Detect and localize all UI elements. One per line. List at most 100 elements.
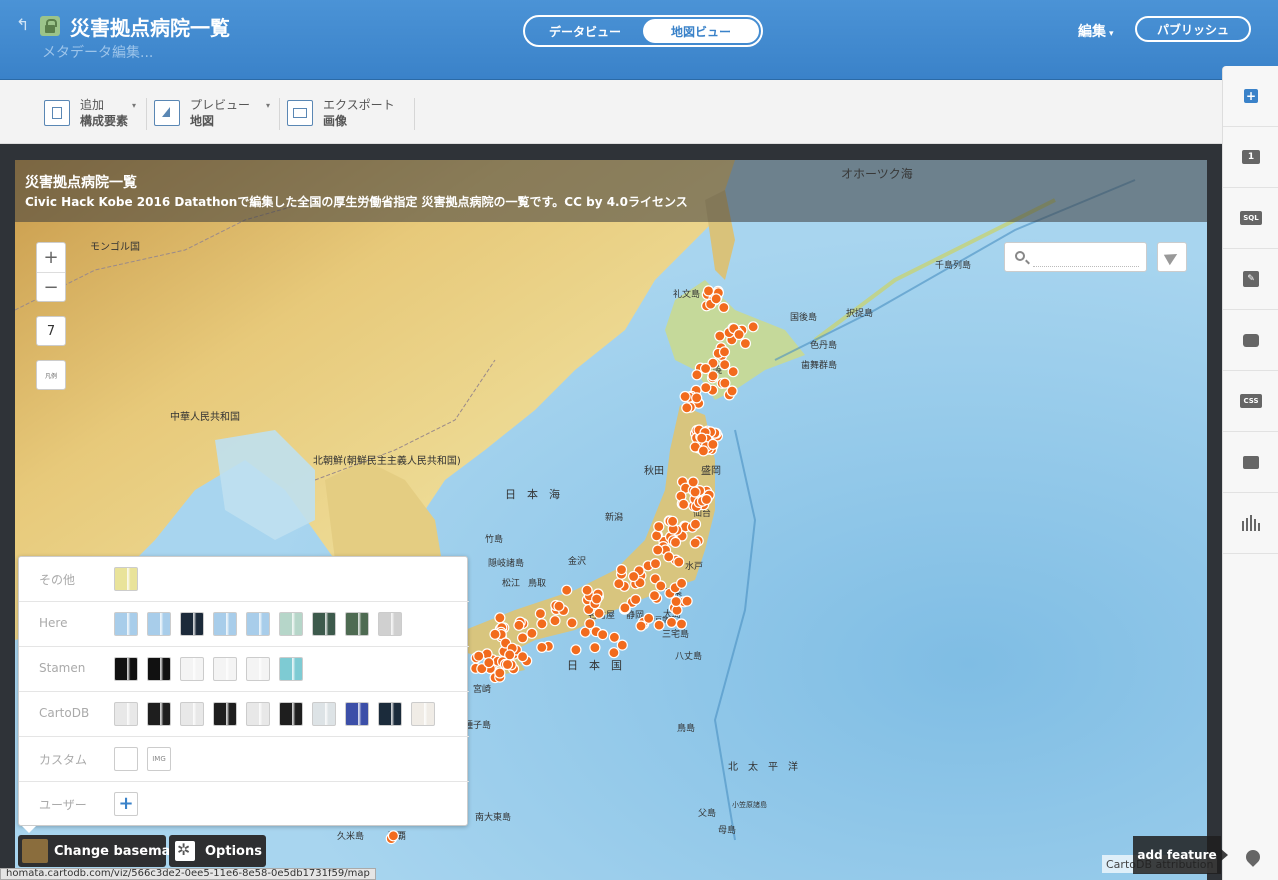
hospital-marker[interactable] — [566, 617, 578, 629]
hospital-marker[interactable] — [677, 498, 690, 510]
basemap-thumbnail[interactable] — [213, 612, 237, 636]
hospital-marker[interactable] — [489, 628, 501, 640]
hospital-marker[interactable] — [653, 619, 665, 631]
basemap-thumbnail[interactable] — [114, 657, 138, 681]
hospital-marker[interactable] — [561, 584, 573, 596]
hospital-marker[interactable] — [473, 650, 485, 662]
basemap-thumbnail[interactable] — [279, 657, 303, 681]
basemap-thumbnail[interactable] — [114, 702, 138, 726]
basemap-thumbnail[interactable] — [411, 702, 435, 726]
hospital-marker[interactable] — [526, 627, 538, 639]
hospital-marker[interactable] — [699, 362, 712, 375]
hospital-marker[interactable] — [593, 607, 605, 619]
edit-menu[interactable]: 編集 ▾ — [1078, 21, 1114, 41]
hospital-marker[interactable] — [616, 639, 628, 651]
edit-metadata-link[interactable]: メタデータ編集... — [42, 42, 153, 62]
hospital-marker[interactable] — [663, 551, 675, 563]
hospital-marker[interactable] — [650, 530, 663, 542]
hospital-marker[interactable] — [689, 486, 701, 498]
hospital-marker[interactable] — [584, 618, 596, 630]
hospital-marker[interactable] — [719, 359, 731, 371]
hospital-marker[interactable] — [727, 366, 739, 378]
hospital-marker[interactable] — [652, 544, 664, 556]
basemap-thumbnail[interactable] — [246, 612, 270, 636]
hospital-marker[interactable] — [613, 578, 625, 590]
hospital-marker[interactable] — [553, 600, 565, 612]
basemap-thumbnail[interactable] — [213, 657, 237, 681]
basemap-thumbnail[interactable] — [147, 702, 171, 726]
basemap-thumbnail[interactable] — [246, 702, 270, 726]
sidebar-item-css[interactable]: CSS — [1223, 371, 1278, 432]
sidebar-item-layer[interactable]: 1 — [1223, 127, 1278, 188]
options-button[interactable]: Options — [169, 835, 266, 867]
back-arrow-icon[interactable]: ↰ — [16, 17, 32, 33]
basemap-thumbnail[interactable] — [246, 657, 270, 681]
hospital-marker[interactable] — [643, 612, 655, 624]
hospital-marker[interactable] — [627, 570, 640, 583]
basemap-thumbnail[interactable] — [147, 612, 171, 636]
basemap-thumbnail[interactable] — [279, 612, 303, 636]
basemap-thumbnail[interactable] — [213, 702, 237, 726]
hospital-marker[interactable] — [534, 608, 547, 620]
hospital-marker[interactable] — [501, 658, 514, 671]
hospital-marker[interactable] — [591, 593, 603, 605]
hospital-marker[interactable] — [517, 651, 529, 663]
hospital-marker[interactable] — [739, 337, 752, 350]
zoom-out-button[interactable]: − — [37, 272, 65, 301]
legend-toggle-button[interactable]: 凡例 — [36, 360, 66, 390]
add-basemap-button[interactable]: + — [114, 792, 138, 816]
basemap-thumbnail[interactable] — [180, 702, 204, 726]
hospital-marker[interactable] — [691, 392, 703, 404]
hospital-marker[interactable] — [669, 536, 682, 548]
hospital-marker[interactable] — [608, 647, 620, 659]
hospital-marker[interactable] — [615, 564, 628, 576]
hospital-marker[interactable] — [697, 445, 710, 457]
hospital-marker[interactable] — [517, 632, 529, 644]
hospital-marker[interactable] — [666, 515, 679, 527]
hospital-marker[interactable] — [494, 667, 506, 679]
sidebar-item-infowindow[interactable] — [1223, 310, 1278, 371]
basemap-thumbnail[interactable] — [147, 657, 171, 681]
hospital-marker[interactable] — [581, 584, 593, 596]
zoom-in-button[interactable]: + — [37, 243, 65, 272]
page-title[interactable]: 災害拠点病院一覧 — [70, 12, 230, 41]
sidebar-item-add-layer[interactable]: + — [1223, 66, 1278, 127]
hospital-marker[interactable] — [635, 620, 647, 632]
hospital-marker[interactable] — [714, 330, 726, 342]
hospital-marker[interactable] — [733, 328, 745, 341]
basemap-thumbnail[interactable] — [180, 612, 204, 636]
hospital-marker[interactable] — [653, 521, 665, 533]
basemap-thumbnail[interactable] — [378, 612, 402, 636]
hospital-marker[interactable] — [696, 432, 708, 444]
hospital-marker[interactable] — [702, 285, 715, 297]
hospital-marker[interactable] — [718, 301, 730, 314]
basemap-thumbnail[interactable] — [180, 657, 204, 681]
hospital-marker[interactable] — [655, 580, 667, 592]
sidebar-item-sql[interactable]: SQL — [1223, 188, 1278, 249]
basemap-thumbnail[interactable] — [345, 612, 369, 636]
hospital-marker[interactable] — [689, 537, 701, 549]
hospital-marker[interactable] — [681, 595, 693, 607]
hospital-marker[interactable] — [707, 438, 719, 450]
hospital-marker[interactable] — [747, 321, 759, 333]
basemap-thumbnail[interactable] — [114, 612, 138, 636]
tab-data-view[interactable]: データビュー — [527, 19, 643, 43]
hospital-marker[interactable] — [691, 369, 703, 381]
lock-icon[interactable] — [40, 16, 60, 36]
hospital-marker[interactable] — [549, 615, 561, 627]
hospital-marker[interactable] — [689, 518, 702, 530]
basemap-thumbnail[interactable] — [114, 747, 138, 771]
hospital-marker[interactable] — [710, 293, 722, 305]
hospital-marker[interactable] — [619, 602, 631, 614]
sidebar-item-wizard[interactable]: ✎ — [1223, 249, 1278, 310]
basemap-thumbnail[interactable] — [378, 702, 402, 726]
tab-map-view[interactable]: 地図ビュー — [643, 19, 759, 43]
basemap-thumbnail[interactable] — [279, 702, 303, 726]
basemap-thumbnail[interactable] — [312, 702, 336, 726]
hospital-marker[interactable] — [649, 558, 662, 570]
custom-image-basemap-button[interactable]: IMG — [147, 747, 171, 771]
hospital-marker[interactable] — [670, 595, 682, 608]
basemap-thumbnail[interactable] — [345, 702, 369, 726]
export-image-button[interactable]: エクスポート 画像 — [287, 97, 395, 129]
hospital-marker[interactable] — [718, 346, 731, 358]
